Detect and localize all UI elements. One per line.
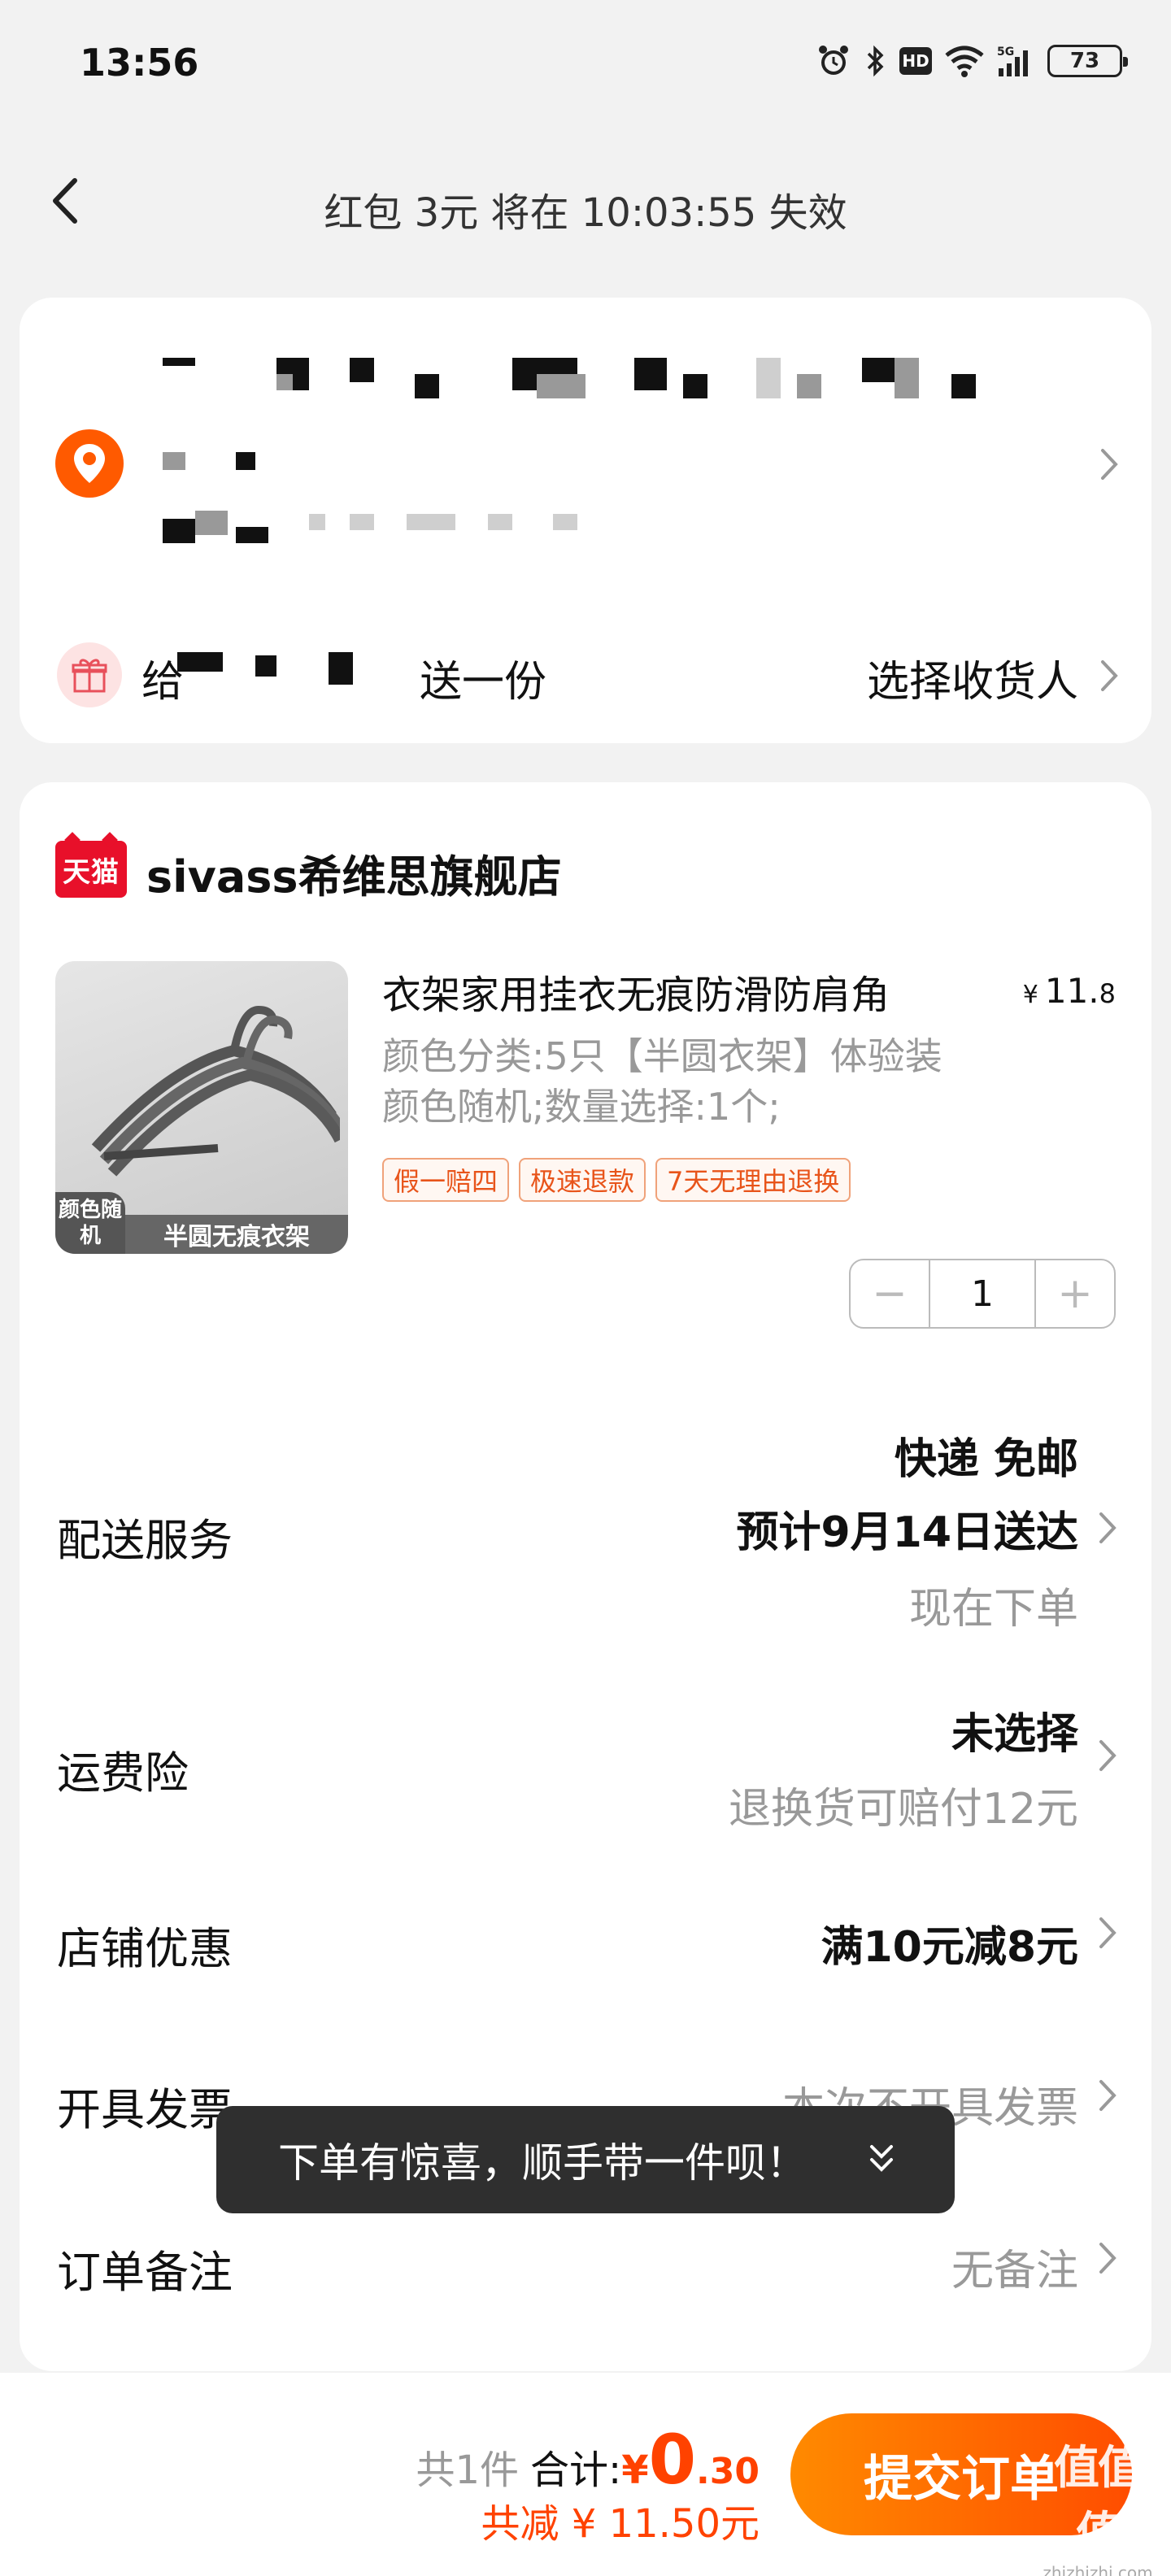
total-label: 合计: bbox=[530, 2448, 622, 2493]
checkout-bar: 共1件 合计:¥0.30 共减 ¥ 11.50元 提交订单 bbox=[0, 2373, 1171, 2576]
shop-discount-value[interactable]: 满10元减8元 bbox=[821, 1912, 1078, 1973]
insurance-desc: 退换货可赔付12元 bbox=[728, 1785, 1078, 1834]
price-currency: ¥ bbox=[1022, 981, 1038, 1009]
store-name[interactable]: sivass希维思旗舰店 bbox=[146, 841, 562, 905]
watermark-url: zhizhizhi.com bbox=[1043, 2563, 1153, 2576]
image-tag-hanger-type: 半圆无痕衣架 bbox=[125, 1215, 348, 1254]
svg-text:5G: 5G bbox=[997, 46, 1014, 59]
battery-icon: 73 bbox=[1047, 45, 1128, 77]
recipient-name-blurred bbox=[146, 358, 976, 402]
total-dec: .30 bbox=[696, 2451, 760, 2492]
page-header: 红包 3元 将在 10:03:55 失效 bbox=[0, 154, 1171, 252]
decrease-quantity-button[interactable]: − bbox=[851, 1260, 929, 1327]
quantity-value[interactable]: 1 bbox=[929, 1260, 1036, 1327]
quantity-stepper: − 1 + bbox=[849, 1259, 1116, 1329]
shop-discount-label: 店铺优惠 bbox=[57, 1923, 233, 1974]
image-tag-random-color: 颜色随机 bbox=[55, 1192, 125, 1254]
signal-icon: 5G bbox=[997, 46, 1028, 76]
tag-fake-compensation: 假一赔四 bbox=[382, 1158, 510, 1202]
price-int: 11. bbox=[1044, 971, 1099, 1011]
hd-icon: HD bbox=[899, 47, 932, 75]
watermark: 值值值 zhizhizhi.com bbox=[1033, 2431, 1163, 2576]
address-chevron-icon bbox=[1101, 449, 1118, 480]
total-summary: 共1件 合计:¥0.30 bbox=[416, 2420, 760, 2500]
delivery-estimate[interactable]: 预计9月14日送达 bbox=[736, 1498, 1078, 1559]
product-title[interactable]: 衣架家用挂衣无痕防滑防肩角 bbox=[382, 963, 984, 1020]
invoice-label: 开具发票 bbox=[57, 2084, 233, 2135]
note-chevron-icon bbox=[1099, 2243, 1117, 2274]
product-image[interactable]: 颜色随机 半圆无痕衣架 bbox=[55, 961, 348, 1254]
product-spec[interactable]: 颜色分类:5只【半圆衣架】体验装 颜色随机;数量选择:1个; bbox=[382, 1031, 984, 1132]
item-count: 共1件 bbox=[416, 2448, 519, 2493]
choose-recipient-button[interactable]: 选择收货人 bbox=[867, 647, 1078, 708]
redpacket-countdown: 红包 3元 将在 10:03:55 失效 bbox=[324, 190, 847, 236]
hanger-illustration bbox=[91, 1005, 340, 1177]
increase-quantity-button[interactable]: + bbox=[1036, 1260, 1114, 1327]
wifi-icon bbox=[945, 46, 984, 77]
delivery-chevron-icon bbox=[1099, 1512, 1117, 1543]
total-int: 0 bbox=[648, 2420, 697, 2500]
status-time: 13:56 bbox=[80, 41, 199, 85]
product-price: ¥11.8 bbox=[1023, 971, 1116, 1011]
tag-7day-return: 7天无理由退换 bbox=[655, 1158, 851, 1202]
alarm-icon bbox=[819, 46, 848, 75]
order-note-value[interactable]: 无备注 bbox=[951, 2236, 1078, 2297]
delivery-method[interactable]: 快递 免邮 bbox=[895, 1425, 1078, 1486]
gift-icon bbox=[57, 642, 122, 707]
delivery-note: 现在下单 bbox=[908, 1585, 1078, 1634]
tmall-logo: 天猫 bbox=[55, 841, 127, 898]
address-card[interactable]: 给送一份 选择收货人 bbox=[20, 298, 1151, 743]
total-saved: 共减 ¥ 11.50元 bbox=[481, 2501, 760, 2547]
discount-chevron-icon bbox=[1099, 1917, 1117, 1948]
battery-level: 73 bbox=[1069, 49, 1100, 73]
insurance-status[interactable]: 未选择 bbox=[951, 1699, 1078, 1760]
bluetooth-icon bbox=[867, 45, 884, 77]
address-detail-blurred bbox=[146, 511, 602, 551]
invoice-chevron-icon bbox=[1099, 2080, 1117, 2111]
recipient-phone-blurred bbox=[146, 452, 309, 485]
total-currency: ¥ bbox=[621, 2448, 649, 2493]
double-chevron-down-icon bbox=[870, 2145, 893, 2172]
price-dec: 8 bbox=[1099, 978, 1116, 1009]
status-icons: HD 5G 73 bbox=[815, 42, 1128, 80]
choose-recipient-chevron-icon bbox=[1101, 660, 1118, 691]
insurance-label: 运费险 bbox=[57, 1747, 189, 1799]
watermark-logo: 值值值 bbox=[1054, 2442, 1143, 2561]
gift-suffix: 送一份 bbox=[420, 658, 547, 707]
service-tags: 假一赔四 极速退款 7天无理由退换 bbox=[382, 1158, 851, 1202]
gift-recipient-blurred bbox=[174, 652, 410, 693]
insurance-chevron-icon bbox=[1099, 1740, 1117, 1771]
status-bar: 13:56 HD 5G 73 bbox=[0, 0, 1171, 130]
delivery-label: 配送服务 bbox=[57, 1515, 233, 1566]
location-pin-icon bbox=[55, 429, 124, 498]
promo-toast-text: 下单有惊喜，顺手带一件呗！ bbox=[278, 2139, 807, 2187]
tag-fast-refund: 极速退款 bbox=[519, 1158, 646, 1202]
order-note-label: 订单备注 bbox=[57, 2247, 233, 2298]
promo-toast[interactable]: 下单有惊喜，顺手带一件呗！ bbox=[216, 2106, 955, 2213]
